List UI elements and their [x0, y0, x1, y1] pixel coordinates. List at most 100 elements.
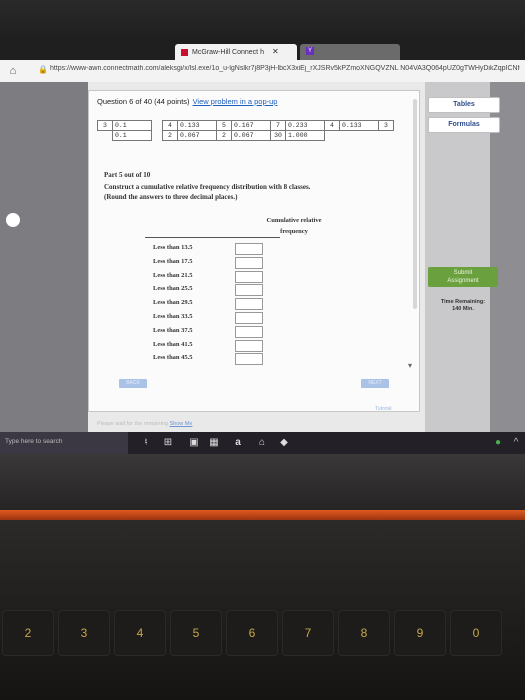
- class-label: Less than 37.5: [153, 326, 193, 334]
- timer-value: 140 Min.: [452, 306, 474, 312]
- microphone-icon[interactable]: ♮: [140, 437, 152, 449]
- question-card: Question 6 of 40 (44 points) View problem…: [88, 90, 420, 427]
- table-cell: 5: [216, 120, 232, 131]
- mail-icon[interactable]: ◆: [278, 437, 290, 449]
- table-cell: 0.067: [177, 130, 217, 141]
- class-label: Less than 29.5: [153, 299, 193, 307]
- question-header: Question 6 of 40 (44 points) View problem…: [97, 97, 277, 106]
- table-cell: 0.1: [112, 130, 152, 141]
- key: 6: [226, 610, 278, 656]
- show-me-link[interactable]: Show Me: [169, 421, 192, 427]
- answer-input[interactable]: [235, 284, 263, 297]
- class-label: Less than 45.5: [153, 354, 193, 362]
- store-icon[interactable]: ▦: [208, 437, 220, 449]
- search-placeholder: Type here to search: [5, 438, 63, 445]
- table-cell: 3: [378, 120, 394, 131]
- table-gap: [152, 121, 163, 131]
- taskbar-search[interactable]: Type here to search: [0, 432, 128, 454]
- question-number: Question 6 of 40 (44 points): [97, 97, 190, 106]
- scroll-arrow-icon[interactable]: ▾: [408, 361, 412, 370]
- answer-input[interactable]: [235, 339, 263, 352]
- url-field[interactable]: https://www-awn.connectmath.com/aleksgi/…: [50, 65, 520, 72]
- submit-label: Submit: [453, 270, 473, 276]
- tab-close-icon[interactable]: ✕: [272, 47, 279, 56]
- home-icon[interactable]: ⌂: [6, 64, 20, 78]
- left-margin: [0, 82, 88, 432]
- browser-tab-bar: McGraw-Hill Connect h ✕ Y: [0, 42, 525, 60]
- key: 0: [450, 610, 502, 656]
- table-cell: [325, 131, 340, 141]
- answer-input[interactable]: [235, 270, 263, 283]
- file-explorer-icon[interactable]: ▣: [188, 437, 200, 449]
- answer-input[interactable]: [235, 353, 263, 366]
- formulas-button[interactable]: Formulas: [428, 117, 500, 133]
- table-row: 3 0.1 4 0.133 5 0.167 7 0.233 4 0.133 3: [97, 120, 394, 131]
- amazon-icon[interactable]: a: [232, 437, 244, 449]
- instructions: Construct a cumulative relative frequenc…: [104, 182, 310, 202]
- key: 4: [114, 610, 166, 656]
- key: 7: [282, 610, 334, 656]
- answer-input[interactable]: [235, 298, 263, 311]
- lock-icon: 🔒: [38, 65, 48, 74]
- table-cell: 1.000: [285, 130, 325, 141]
- timer-label: Time Remaining:: [440, 299, 486, 305]
- task-view-icon[interactable]: ⊞: [162, 437, 174, 449]
- submit-label-2: Assignment: [447, 278, 479, 284]
- taskbar: Type here to search ♮ ⊞ ▣ ▦ a ⌂ ◆ ● ^: [0, 432, 525, 454]
- tab-yahoo[interactable]: Y: [300, 44, 400, 60]
- right-margin: [490, 82, 525, 432]
- help-text: Please wait for the remaining: [97, 421, 168, 427]
- table-cell: 0.167: [231, 120, 271, 131]
- table-cell: 7: [270, 120, 286, 131]
- help-line: Please wait for the remaining Show Me: [97, 421, 192, 427]
- table-cell: 2: [216, 130, 232, 141]
- instruction-line: Construct a cumulative relative frequenc…: [104, 183, 311, 191]
- cursor-highlight: [6, 213, 20, 227]
- keyboard-backlight-glow: [0, 510, 525, 520]
- table-cell: 4: [162, 120, 178, 131]
- table-cell: 4: [324, 120, 340, 131]
- monitor-bezel-top: [0, 0, 525, 42]
- popup-link[interactable]: View problem in a pop-up: [193, 97, 278, 106]
- key: 3: [58, 610, 110, 656]
- chrome-icon[interactable]: ●: [492, 437, 504, 449]
- table-cell: 0.133: [177, 120, 217, 131]
- table-cell: 0.1: [112, 120, 152, 131]
- tab-mcgraw-hill[interactable]: McGraw-Hill Connect h ✕: [175, 44, 297, 60]
- column-header-line-2: frequency: [280, 228, 308, 235]
- tab-title: McGraw-Hill Connect h: [192, 49, 264, 56]
- table-cell: 3: [97, 120, 113, 131]
- header-rule: [145, 237, 280, 238]
- key: 2: [2, 610, 54, 656]
- answer-input[interactable]: [235, 325, 263, 338]
- key: 5: [170, 610, 222, 656]
- scrollbar[interactable]: [413, 99, 417, 309]
- answer-input[interactable]: [235, 256, 263, 269]
- next-button[interactable]: NEXT: [361, 379, 389, 388]
- table-cell: 30: [270, 130, 286, 141]
- table-cell: 2: [162, 130, 178, 141]
- class-label: Less than 25.5: [153, 285, 193, 293]
- tray-chevron-icon[interactable]: ^: [510, 437, 522, 449]
- table-cell: [340, 131, 379, 141]
- answer-input[interactable]: [235, 243, 263, 255]
- tutorial-link[interactable]: Tutorial: [375, 406, 392, 412]
- yahoo-favicon-icon: Y: [306, 47, 314, 56]
- laptop-keyboard: 2 3 4 5 6 7 8 9 0: [0, 520, 525, 700]
- table-cell: 0.067: [231, 130, 271, 141]
- key: 9: [394, 610, 446, 656]
- table-gap: [152, 131, 163, 141]
- home-app-icon[interactable]: ⌂: [256, 437, 268, 449]
- data-table: 3 0.1 4 0.133 5 0.167 7 0.233 4 0.133 3 …: [97, 120, 394, 141]
- key: 8: [338, 610, 390, 656]
- mcgraw-hill-favicon-icon: [181, 48, 188, 56]
- class-label: Less than 41.5: [153, 340, 193, 348]
- monitor-bezel-bottom: [0, 454, 525, 510]
- back-button[interactable]: BACK: [119, 379, 147, 388]
- answer-input[interactable]: [235, 311, 263, 324]
- instruction-note: (Round the answers to three decimal plac…: [104, 193, 238, 201]
- column-header-line-1: Cumulative relative: [266, 217, 322, 224]
- tables-button[interactable]: Tables: [428, 97, 500, 113]
- submit-assignment-button[interactable]: Submit Assignment: [428, 267, 498, 287]
- table-cell: 0.133: [339, 120, 379, 131]
